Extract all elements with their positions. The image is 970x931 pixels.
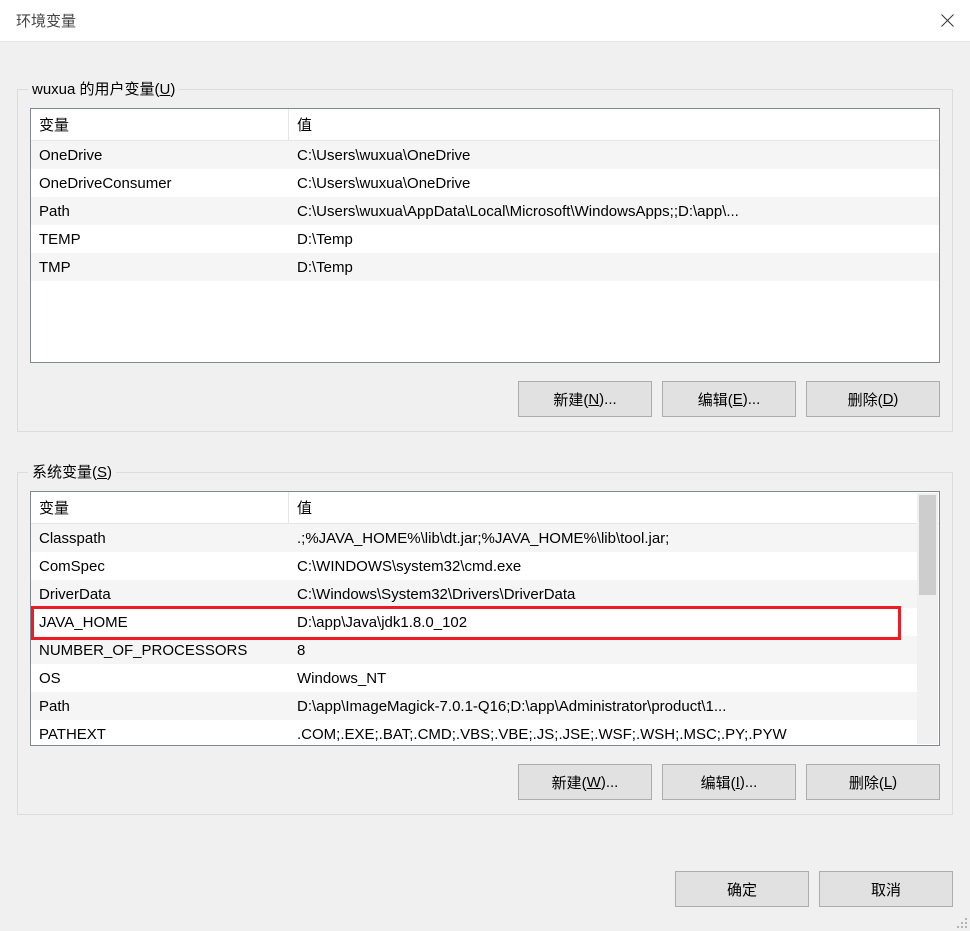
system-variables-group: 系统变量(S) 变量 值 Classpath .;%JAVA_HOME%\lib… [17,472,953,815]
table-row[interactable]: DriverData C:\Windows\System32\Drivers\D… [31,580,917,608]
dialog-body: wuxua 的用户变量(U) 变量 值 OneDrive C:\Users\wu… [0,42,970,931]
system-list-rows: Classpath .;%JAVA_HOME%\lib\dt.jar;%JAVA… [31,524,917,745]
user-delete-button[interactable]: 删除(D) [806,381,940,417]
user-header-value[interactable]: 值 [289,109,939,140]
var-name: OS [31,670,289,687]
var-name: ComSpec [31,558,289,575]
var-value: C:\Users\wuxua\OneDrive [289,147,939,164]
table-row[interactable]: OneDrive C:\Users\wuxua\OneDrive [31,141,939,169]
var-value: Windows_NT [289,670,917,687]
var-value: C:\Windows\System32\Drivers\DriverData [289,586,917,603]
system-delete-button[interactable]: 删除(L) [806,764,940,800]
system-list-header[interactable]: 变量 值 [31,492,939,524]
user-header-variable[interactable]: 变量 [31,109,289,140]
resize-grip[interactable] [954,915,968,929]
user-list-header[interactable]: 变量 值 [31,109,939,141]
table-row[interactable]: Path D:\app\ImageMagick-7.0.1-Q16;D:\app… [31,692,917,720]
table-row[interactable]: NUMBER_OF_PROCESSORS 8 [31,636,917,664]
system-header-value[interactable]: 值 [289,492,939,523]
var-value: D:\Temp [289,231,939,248]
system-edit-button[interactable]: 编辑(I)... [662,764,796,800]
var-value: D:\app\ImageMagick-7.0.1-Q16;D:\app\Admi… [289,698,917,715]
var-value: 8 [289,642,917,659]
system-variables-legend: 系统变量(S) [28,461,116,482]
user-edit-button[interactable]: 编辑(E)... [662,381,796,417]
user-buttons-row: 新建(N)... 编辑(E)... 删除(D) [30,381,940,417]
var-value: C:\Users\wuxua\OneDrive [289,175,939,192]
var-name: Path [31,698,289,715]
table-row[interactable]: TMP D:\Temp [31,253,939,281]
var-value: D:\app\Java\jdk1.8.0_102 [289,614,917,631]
system-header-variable[interactable]: 变量 [31,492,289,523]
user-list-rows: OneDrive C:\Users\wuxua\OneDrive OneDriv… [31,141,939,362]
table-row[interactable]: OS Windows_NT [31,664,917,692]
cancel-button[interactable]: 取消 [819,871,953,907]
user-variables-legend: wuxua 的用户变量(U) [28,78,179,99]
table-row[interactable]: ComSpec C:\WINDOWS\system32\cmd.exe [31,552,917,580]
table-row[interactable]: TEMP D:\Temp [31,225,939,253]
table-row[interactable]: Path C:\Users\wuxua\AppData\Local\Micros… [31,197,939,225]
var-value: C:\WINDOWS\system32\cmd.exe [289,558,917,575]
system-variables-list[interactable]: 变量 值 Classpath .;%JAVA_HOME%\lib\dt.jar;… [30,491,940,746]
window-title: 环境变量 [16,10,76,31]
var-value: C:\Users\wuxua\AppData\Local\Microsoft\W… [289,203,939,220]
var-name: PATHEXT [31,726,289,743]
var-name: TMP [31,259,289,276]
var-name: Classpath [31,530,289,547]
system-new-button[interactable]: 新建(W)... [518,764,652,800]
dialog-footer: 确定 取消 [675,871,953,907]
user-variables-group: wuxua 的用户变量(U) 变量 值 OneDrive C:\Users\wu… [17,89,953,432]
ok-button[interactable]: 确定 [675,871,809,907]
table-row[interactable]: OneDriveConsumer C:\Users\wuxua\OneDrive [31,169,939,197]
var-name: OneDriveConsumer [31,175,289,192]
system-buttons-row: 新建(W)... 编辑(I)... 删除(L) [30,764,940,800]
var-name: JAVA_HOME [31,614,289,631]
var-name: TEMP [31,231,289,248]
var-value: .;%JAVA_HOME%\lib\dt.jar;%JAVA_HOME%\lib… [289,530,917,547]
table-row[interactable]: Classpath .;%JAVA_HOME%\lib\dt.jar;%JAVA… [31,524,917,552]
system-scrollbar[interactable] [917,493,938,744]
user-variables-list[interactable]: 变量 值 OneDrive C:\Users\wuxua\OneDrive On… [30,108,940,363]
user-new-button[interactable]: 新建(N)... [518,381,652,417]
table-row[interactable]: PATHEXT .COM;.EXE;.BAT;.CMD;.VBS;.VBE;.J… [31,720,917,745]
var-name: DriverData [31,586,289,603]
close-icon [941,14,954,27]
var-value: D:\Temp [289,259,939,276]
var-name: OneDrive [31,147,289,164]
var-name: NUMBER_OF_PROCESSORS [31,642,289,659]
close-button[interactable] [924,0,970,42]
var-value: .COM;.EXE;.BAT;.CMD;.VBS;.VBE;.JS;.JSE;.… [289,726,917,743]
resize-grip-icon [954,915,968,929]
title-bar: 环境变量 [0,0,970,42]
scrollbar-thumb[interactable] [919,495,936,595]
table-row[interactable]: JAVA_HOME D:\app\Java\jdk1.8.0_102 [31,608,917,636]
var-name: Path [31,203,289,220]
